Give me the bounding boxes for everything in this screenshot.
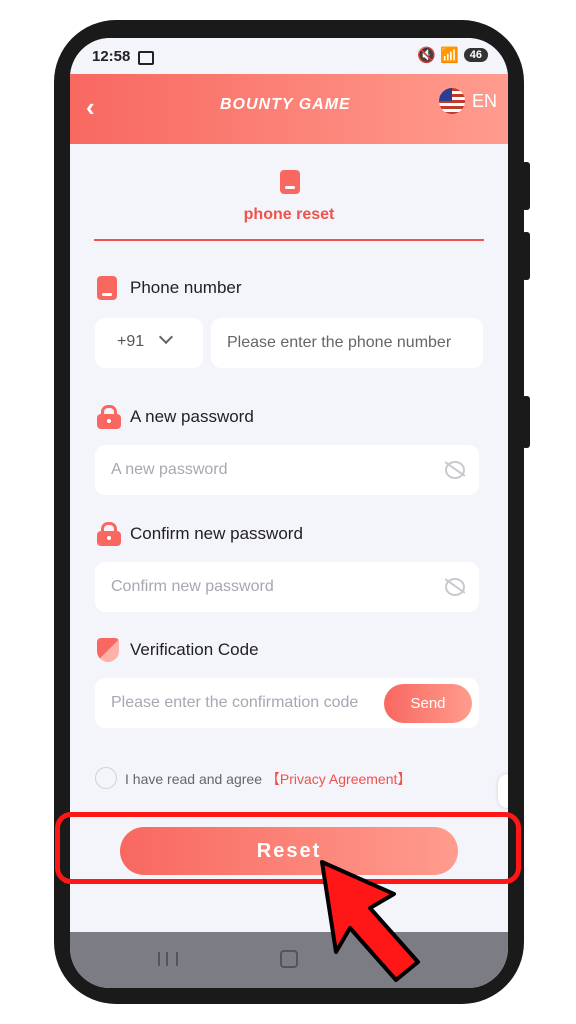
signal-icons: 🔇 📶 [417, 47, 459, 64]
privacy-agreement-link[interactable]: 【Privacy Agreement】 [266, 771, 412, 787]
country-code-select[interactable]: +91 [95, 318, 203, 368]
battery-icon: 46 [463, 48, 488, 62]
phone-number-label: Phone number [130, 278, 242, 297]
shield-icon [97, 638, 119, 662]
screenshot-icon [138, 51, 154, 65]
app-logo: BOUNTY GAME [220, 96, 351, 113]
side-button [522, 162, 530, 210]
us-flag-icon[interactable] [439, 88, 465, 114]
confirm-password-placeholder: Confirm new password [111, 578, 274, 595]
agreement-text: I have read and agree 【Privacy Agreement… [125, 769, 411, 789]
new-password-placeholder: A new password [111, 461, 228, 478]
status-bar: 12:58 🔇 📶 46 [70, 38, 508, 74]
verification-code-placeholder: Please enter the confirmation code [111, 694, 359, 711]
floating-tab[interactable] [498, 774, 508, 808]
verification-code-label: Verification Code [130, 640, 259, 659]
language-selector[interactable]: EN [472, 91, 497, 112]
recent-apps-icon[interactable] [158, 952, 178, 966]
status-time: 12:58 [92, 48, 131, 65]
tab-underline [94, 239, 484, 241]
chevron-down-icon [158, 329, 174, 345]
lock-icon [97, 405, 121, 429]
side-button [522, 396, 530, 448]
send-code-button[interactable]: Send [384, 684, 472, 723]
side-button [522, 232, 530, 280]
confirm-password-label: Confirm new password [130, 524, 303, 543]
verification-code-input[interactable]: Please enter the confirmation code Send [95, 678, 479, 728]
agree-checkbox[interactable] [95, 767, 117, 789]
navigation-bar [70, 932, 508, 988]
reset-highlight-box [55, 812, 521, 884]
status-icons: 🔇 📶 46 [417, 46, 488, 64]
confirm-password-input[interactable]: Confirm new password [95, 562, 479, 612]
country-code-value: +91 [117, 333, 145, 350]
phone-icon [97, 276, 117, 300]
agreement-statement: I have read and agree [125, 771, 262, 787]
eye-hidden-icon[interactable] [445, 461, 465, 479]
phone-input[interactable]: Please enter the phone number [211, 318, 483, 368]
pointer-arrow-icon [320, 860, 420, 982]
tab-phone-reset[interactable]: phone reset [70, 206, 508, 224]
phone-placeholder: Please enter the phone number [227, 334, 452, 351]
new-password-input[interactable]: A new password [95, 445, 479, 495]
lock-icon [97, 522, 121, 546]
new-password-label: A new password [130, 407, 254, 426]
eye-hidden-icon[interactable] [445, 578, 465, 596]
back-chevron-icon[interactable]: ‹ [86, 92, 95, 123]
home-icon[interactable] [280, 950, 298, 968]
phone-icon [280, 170, 300, 194]
top-bar: ‹ BOUNTY GAME EN [70, 74, 508, 144]
